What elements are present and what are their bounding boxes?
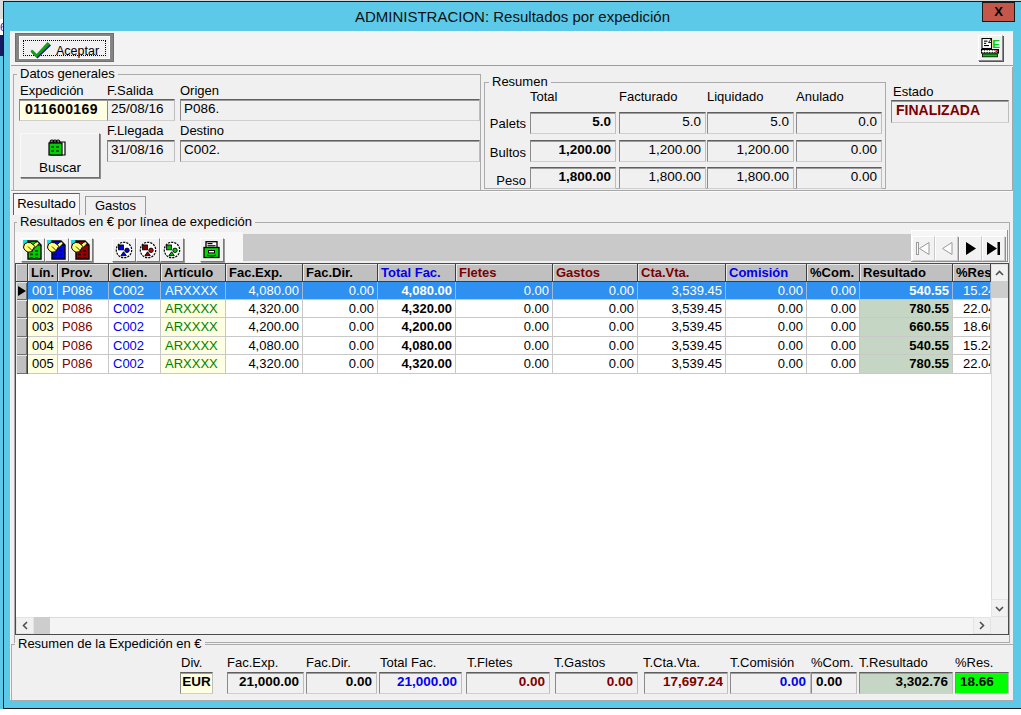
svg-text:E: E [992,38,1000,50]
